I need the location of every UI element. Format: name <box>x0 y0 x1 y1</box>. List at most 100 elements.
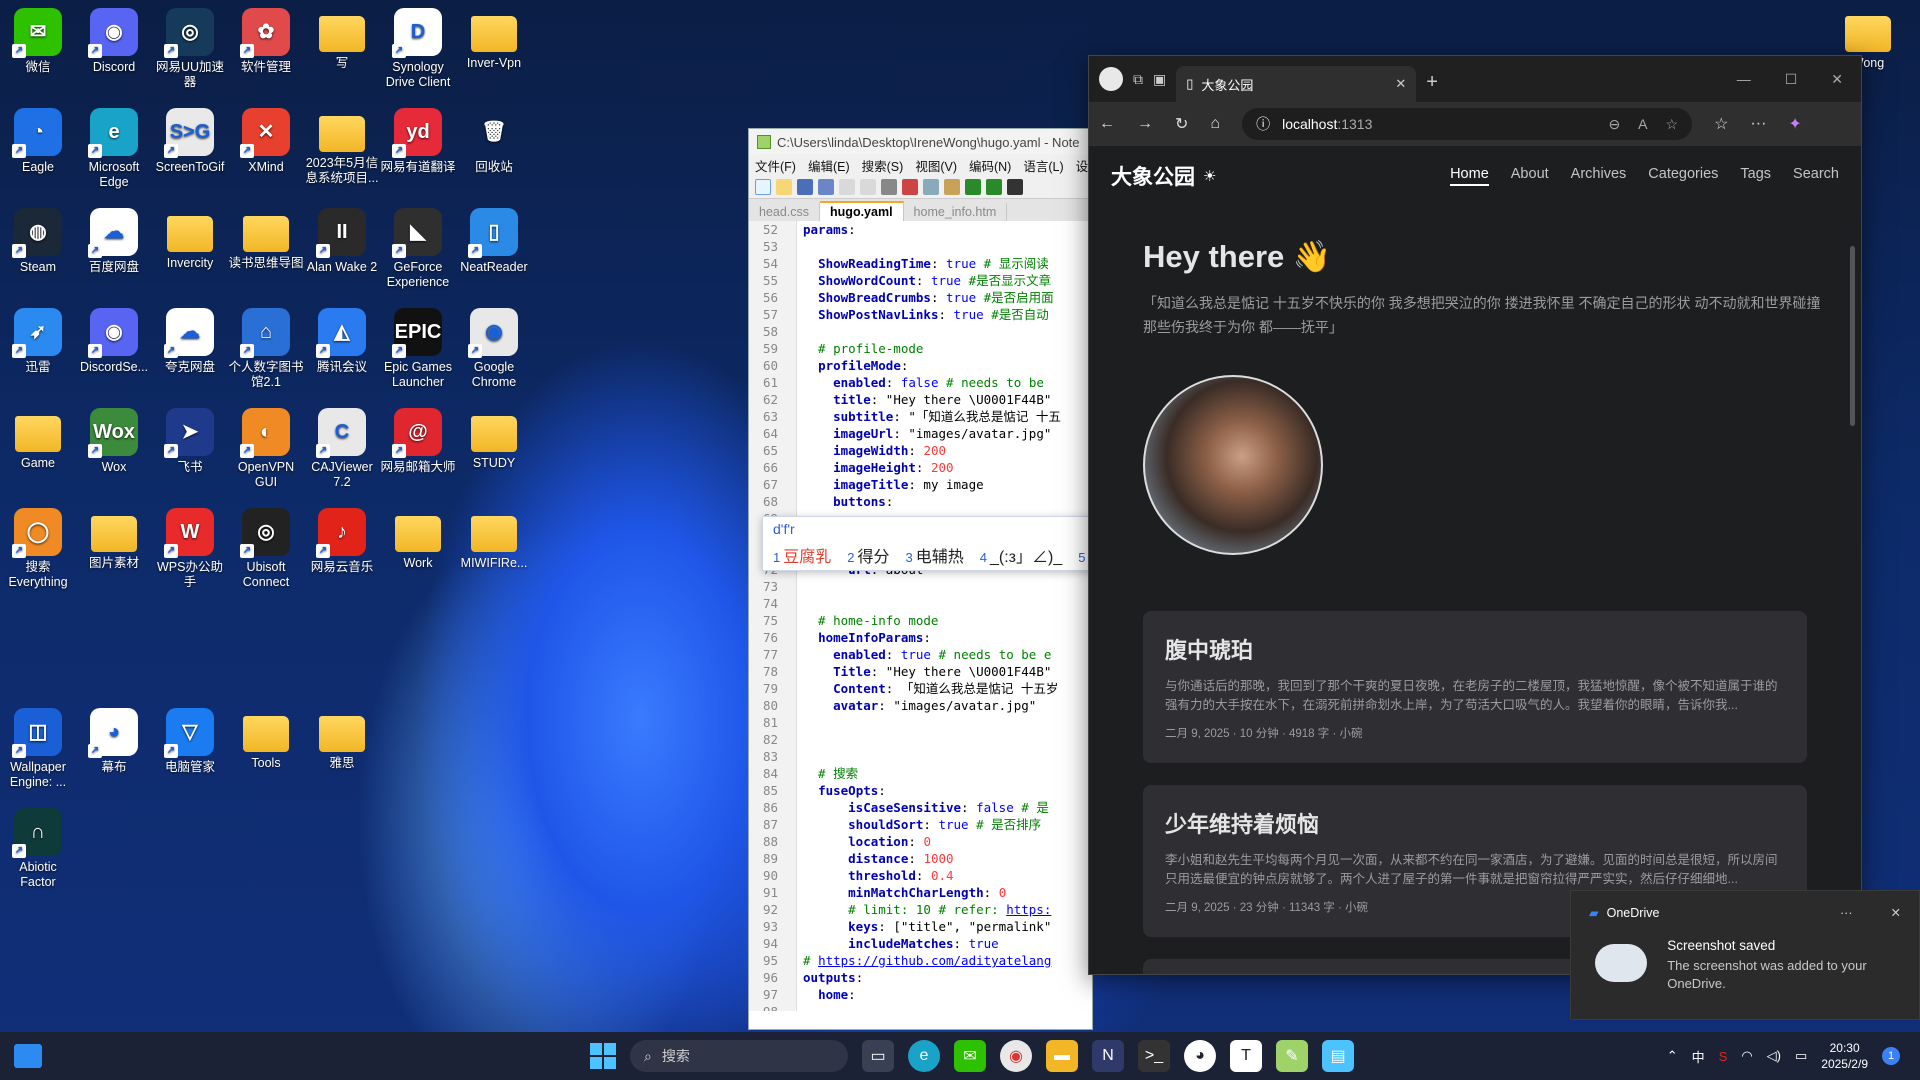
code-line[interactable] <box>803 731 1092 748</box>
nav-link-search[interactable]: Search <box>1793 166 1839 186</box>
desktop-icon[interactable]: Inver-Vpn <box>456 8 532 71</box>
back-icon[interactable]: ← <box>1099 115 1115 133</box>
desktop-icon[interactable]: Wox ↗ Wox <box>76 408 152 475</box>
code-line[interactable] <box>803 714 1092 731</box>
desktop-icon[interactable]: D ↗ Synology Drive Client <box>380 8 456 90</box>
code-line[interactable]: outputs: <box>803 969 1092 986</box>
menu-item[interactable]: 编码(N) <box>969 156 1011 175</box>
desktop-icon[interactable]: 🗑 回收站 <box>456 108 532 175</box>
desktop-icon[interactable]: ◭ ↗ 腾讯会议 <box>304 308 380 375</box>
code-line[interactable]: isCaseSensitive: false # 是 <box>803 799 1092 816</box>
taskbar-search[interactable]: ⌕ 搜索 <box>630 1040 848 1072</box>
favorite-star-icon[interactable]: ☆ <box>1666 116 1679 133</box>
find-icon[interactable] <box>1007 178 1023 195</box>
code-line[interactable]: subtitle: "「知道么我总是惦记 十五 <box>803 408 1092 425</box>
code-line[interactable]: imageTitle: my image <box>803 476 1092 493</box>
desktop-icon[interactable]: ➤ ↗ 飞书 <box>152 408 228 475</box>
post-title[interactable]: 腹中琥珀 <box>1165 633 1785 665</box>
code-line[interactable]: # limit: 10 # refer: https: <box>803 901 1092 918</box>
file-tab[interactable]: home_info.htm <box>904 203 1008 221</box>
code-line[interactable]: Content: 「知道么我总是惦记 十五岁 <box>803 680 1092 697</box>
notepadpp-taskbar-icon[interactable]: ✎ <box>1276 1040 1308 1072</box>
post-title[interactable]: 少年维持着烦恼 <box>1165 807 1785 839</box>
menu-item[interactable]: 视图(V) <box>915 156 957 175</box>
desktop-icon[interactable]: e ↗ Microsoft Edge <box>76 108 152 190</box>
desktop-icon[interactable]: ◉ ↗ Discord <box>76 8 152 75</box>
desktop-icon[interactable]: ◉ ↗ DiscordSe... <box>76 308 152 375</box>
read-aloud-icon[interactable]: A <box>1638 116 1647 133</box>
copilot-icon[interactable]: ✦ <box>1788 114 1801 134</box>
ime-candidate[interactable]: 2 得分 <box>847 543 889 567</box>
favorites-icon[interactable]: ☆ <box>1714 114 1728 134</box>
tab-dxgy[interactable]: ▯ 大象公园 ✕ <box>1176 66 1417 102</box>
code-line[interactable]: fuseOpts: <box>803 782 1092 799</box>
desktop-icon[interactable]: ◣ ↗ GeForce Experience <box>380 208 456 290</box>
close-all-icon[interactable] <box>860 178 876 195</box>
code-line[interactable]: location: 0 <box>803 833 1092 850</box>
desktop-icon[interactable]: Invercity <box>152 208 228 271</box>
desktop-icon[interactable]: ✿ ↗ 软件管理 <box>228 8 304 75</box>
desktop-icon[interactable]: ◎ ↗ 网易UU加速器 <box>152 8 228 90</box>
nav-link-tags[interactable]: Tags <box>1740 166 1771 186</box>
menu-item[interactable]: 搜索(S) <box>862 156 904 175</box>
save-all-icon[interactable] <box>818 178 834 195</box>
more-menu-icon[interactable]: ··· <box>1750 115 1766 133</box>
mubu-taskbar-icon[interactable]: ◕ <box>1184 1040 1216 1072</box>
ime-candidate[interactable]: 4 _(:з」∠)_ <box>980 543 1062 567</box>
desktop-icon[interactable]: ✕ ↗ XMind <box>228 108 304 175</box>
theme-toggle-icon[interactable]: ☀ <box>1203 167 1216 185</box>
start-button[interactable] <box>590 1043 616 1069</box>
code-line[interactable] <box>803 595 1092 612</box>
code-line[interactable]: profileMode: <box>803 357 1092 374</box>
print-icon[interactable] <box>881 178 897 195</box>
wifi-icon[interactable]: ◠ <box>1741 1048 1752 1064</box>
desktop-icon[interactable]: ▯ ↗ NeatReader <box>456 208 532 275</box>
cut-icon[interactable] <box>902 178 918 195</box>
desktop-icon[interactable]: ▽ ↗ 电脑管家 <box>152 708 228 775</box>
desktop-icon[interactable]: @ ↗ 网易邮箱大师 <box>380 408 456 475</box>
maximize-icon[interactable]: ☐ <box>1785 71 1798 88</box>
new-tab-icon[interactable]: + <box>1426 71 1438 94</box>
desktop-icon[interactable]: ◐ ↗ OpenVPN GUI <box>228 408 304 490</box>
code-line[interactable]: distance: 1000 <box>803 850 1092 867</box>
desktop-icon[interactable]: STUDY <box>456 408 532 471</box>
onedrive-toast[interactable]: ▰ OneDrive ··· ✕ Screenshot saved The sc… <box>1570 890 1920 1020</box>
minimize-icon[interactable]: — <box>1737 71 1751 88</box>
code-line[interactable]: imageWidth: 200 <box>803 442 1092 459</box>
dismiss-icon[interactable]: ✕ <box>1891 905 1901 920</box>
desktop-icon[interactable]: II ↗ Alan Wake 2 <box>304 208 380 275</box>
sogou-icon[interactable]: S <box>1719 1049 1728 1064</box>
task-view-icon[interactable]: ▭ <box>862 1040 894 1072</box>
file-tab[interactable]: head.css <box>749 203 821 221</box>
code-editor[interactable]: 5253545556575859606162636465666768697071… <box>749 221 1092 1011</box>
menu-item[interactable]: 设 <box>1076 156 1089 175</box>
vertical-tabs-icon[interactable]: ▣ <box>1153 71 1166 88</box>
desktop-icon[interactable]: ◍ ↗ Steam <box>0 208 76 275</box>
code-lines[interactable]: params: ShowReadingTime: true # 显示阅读 Sho… <box>803 221 1092 1011</box>
code-line[interactable]: title: "Hey there \U0001F44B" <box>803 391 1092 408</box>
nav-link-archives[interactable]: Archives <box>1571 166 1627 186</box>
battery-icon[interactable]: ▭ <box>1795 1048 1807 1064</box>
code-line[interactable]: # 搜索 <box>803 765 1092 782</box>
code-line[interactable]: Title: "Hey there \U0001F44B" <box>803 663 1092 680</box>
refresh-icon[interactable]: ↻ <box>1175 114 1188 134</box>
desktop-icon[interactable]: Tools <box>228 708 304 771</box>
desktop-icon[interactable]: ◎ ↗ Ubisoft Connect <box>228 508 304 590</box>
notepad-app-icon[interactable]: ▤ <box>1322 1040 1354 1072</box>
widgets-icon[interactable] <box>14 1044 42 1068</box>
notification-badge[interactable]: 1 <box>1882 1047 1900 1065</box>
ime-candidate[interactable]: 1 豆腐乳 <box>773 543 831 567</box>
code-line[interactable]: avatar: "images/avatar.jpg" <box>803 697 1092 714</box>
open-file-icon[interactable] <box>776 178 792 195</box>
code-line[interactable] <box>803 1003 1092 1011</box>
desktop-icon[interactable]: C ↗ CAJViewer 7.2 <box>304 408 380 490</box>
close-tab-icon[interactable]: ✕ <box>1395 76 1406 92</box>
desktop-icon[interactable]: 图片素材 <box>76 508 152 571</box>
redo-icon[interactable] <box>986 178 1002 195</box>
code-line[interactable]: keys: ["title", "permalink" <box>803 918 1092 935</box>
save-icon[interactable] <box>797 178 813 195</box>
code-line[interactable]: minMatchCharLength: 0 <box>803 884 1092 901</box>
desktop-icon[interactable]: Work <box>380 508 456 571</box>
wechat-taskbar-icon[interactable]: ✉ <box>954 1040 986 1072</box>
code-line[interactable]: homeInfoParams: <box>803 629 1092 646</box>
